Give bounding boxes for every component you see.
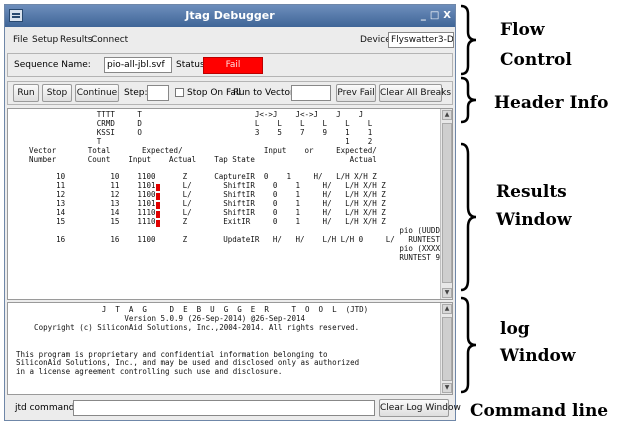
flow-control-toolbar: Run Stop Continue Step: Stop On Fail Run… xyxy=(7,81,453,105)
continue-button[interactable]: Continue xyxy=(75,84,119,102)
prev-fail-button[interactable]: Prev Fail xyxy=(336,84,376,102)
menu-results[interactable]: Results xyxy=(60,35,93,45)
sequence-name-label: Sequence Name: xyxy=(14,60,91,70)
title-bar[interactable]: Jtag Debugger _ □ X xyxy=(5,5,455,27)
menu-bar: File Setup Results Connect Device: Flysw… xyxy=(5,29,455,51)
sequence-name-field[interactable]: pio-all-jbl.svf xyxy=(104,57,172,73)
maximize-button[interactable]: □ xyxy=(430,10,439,21)
scroll-thumb[interactable] xyxy=(442,317,452,381)
log-text: J T A G D E B U G G E R T O O L (JTD) Ve… xyxy=(16,305,369,377)
status-indicator: Fail xyxy=(203,57,263,74)
device-select[interactable]: Flyswatter3-DP A xyxy=(388,32,454,48)
fail-marker xyxy=(156,193,160,200)
jtag-debugger-window: Jtag Debugger _ □ X File Setup Results C… xyxy=(4,4,461,421)
fail-marker xyxy=(156,184,160,191)
log-annotation-line2: Window xyxy=(500,346,576,366)
results-text: TTTT T J<->J J<->J J J CRMD D L L L L L … xyxy=(29,110,452,262)
step-label: Step: xyxy=(124,88,148,98)
run-to-vector-input[interactable] xyxy=(291,85,331,101)
fail-marker xyxy=(156,202,160,209)
command-input[interactable] xyxy=(73,400,375,416)
scroll-down-arrow-icon[interactable]: ▼ xyxy=(442,383,452,393)
step-input[interactable] xyxy=(147,85,169,101)
log-scrollbar[interactable]: ▲ ▼ xyxy=(440,303,452,394)
flow-control-brace xyxy=(460,4,477,76)
fail-marker xyxy=(156,211,160,218)
minimize-button[interactable]: _ xyxy=(421,10,426,21)
results-annotation-line1: Results xyxy=(496,182,567,202)
menu-file[interactable]: File xyxy=(13,35,28,45)
results-scrollbar[interactable]: ▲ ▼ xyxy=(440,109,452,299)
results-window[interactable]: TTTT T J<->J J<->J J J CRMD D L L L L L … xyxy=(7,108,453,300)
header-info-bar: Sequence Name: pio-all-jbl.svf Status: F… xyxy=(7,53,453,77)
fail-marker xyxy=(156,220,160,227)
clear-all-breaks-button[interactable]: Clear All Breaks xyxy=(379,84,451,102)
flow-control-annotation-line1: Flow xyxy=(500,20,545,40)
command-label: jtd command: xyxy=(15,403,78,413)
log-annotation-line1: log xyxy=(500,319,530,339)
log-window[interactable]: J T A G D E B U G G E R T O O L (JTD) Ve… xyxy=(7,302,453,395)
header-info-brace xyxy=(460,76,477,124)
scroll-up-arrow-icon[interactable]: ▲ xyxy=(442,304,452,314)
command-line-annotation: Command line xyxy=(470,401,609,421)
menu-setup[interactable]: Setup xyxy=(32,35,58,45)
flow-control-annotation-line2: Control xyxy=(500,50,572,70)
results-window-brace xyxy=(460,142,477,292)
scroll-up-arrow-icon[interactable]: ▲ xyxy=(442,110,452,120)
results-annotation-line2: Window xyxy=(496,210,572,230)
run-button[interactable]: Run xyxy=(13,84,39,102)
run-to-vector-label: Run to Vector: xyxy=(233,88,297,98)
stop-on-fail-checkbox[interactable] xyxy=(175,88,184,97)
window-title: Jtag Debugger xyxy=(185,9,275,22)
scroll-down-arrow-icon[interactable]: ▼ xyxy=(442,288,452,298)
menu-connect[interactable]: Connect xyxy=(91,35,128,45)
log-window-brace xyxy=(460,296,477,394)
close-button[interactable]: X xyxy=(443,10,451,21)
command-line-bar: jtd command: Clear Log Window xyxy=(7,397,461,420)
stop-button[interactable]: Stop xyxy=(42,84,72,102)
scroll-thumb[interactable] xyxy=(442,123,452,283)
clear-log-window-button[interactable]: Clear Log Window xyxy=(379,399,461,417)
header-info-annotation: Header Info xyxy=(494,93,609,113)
